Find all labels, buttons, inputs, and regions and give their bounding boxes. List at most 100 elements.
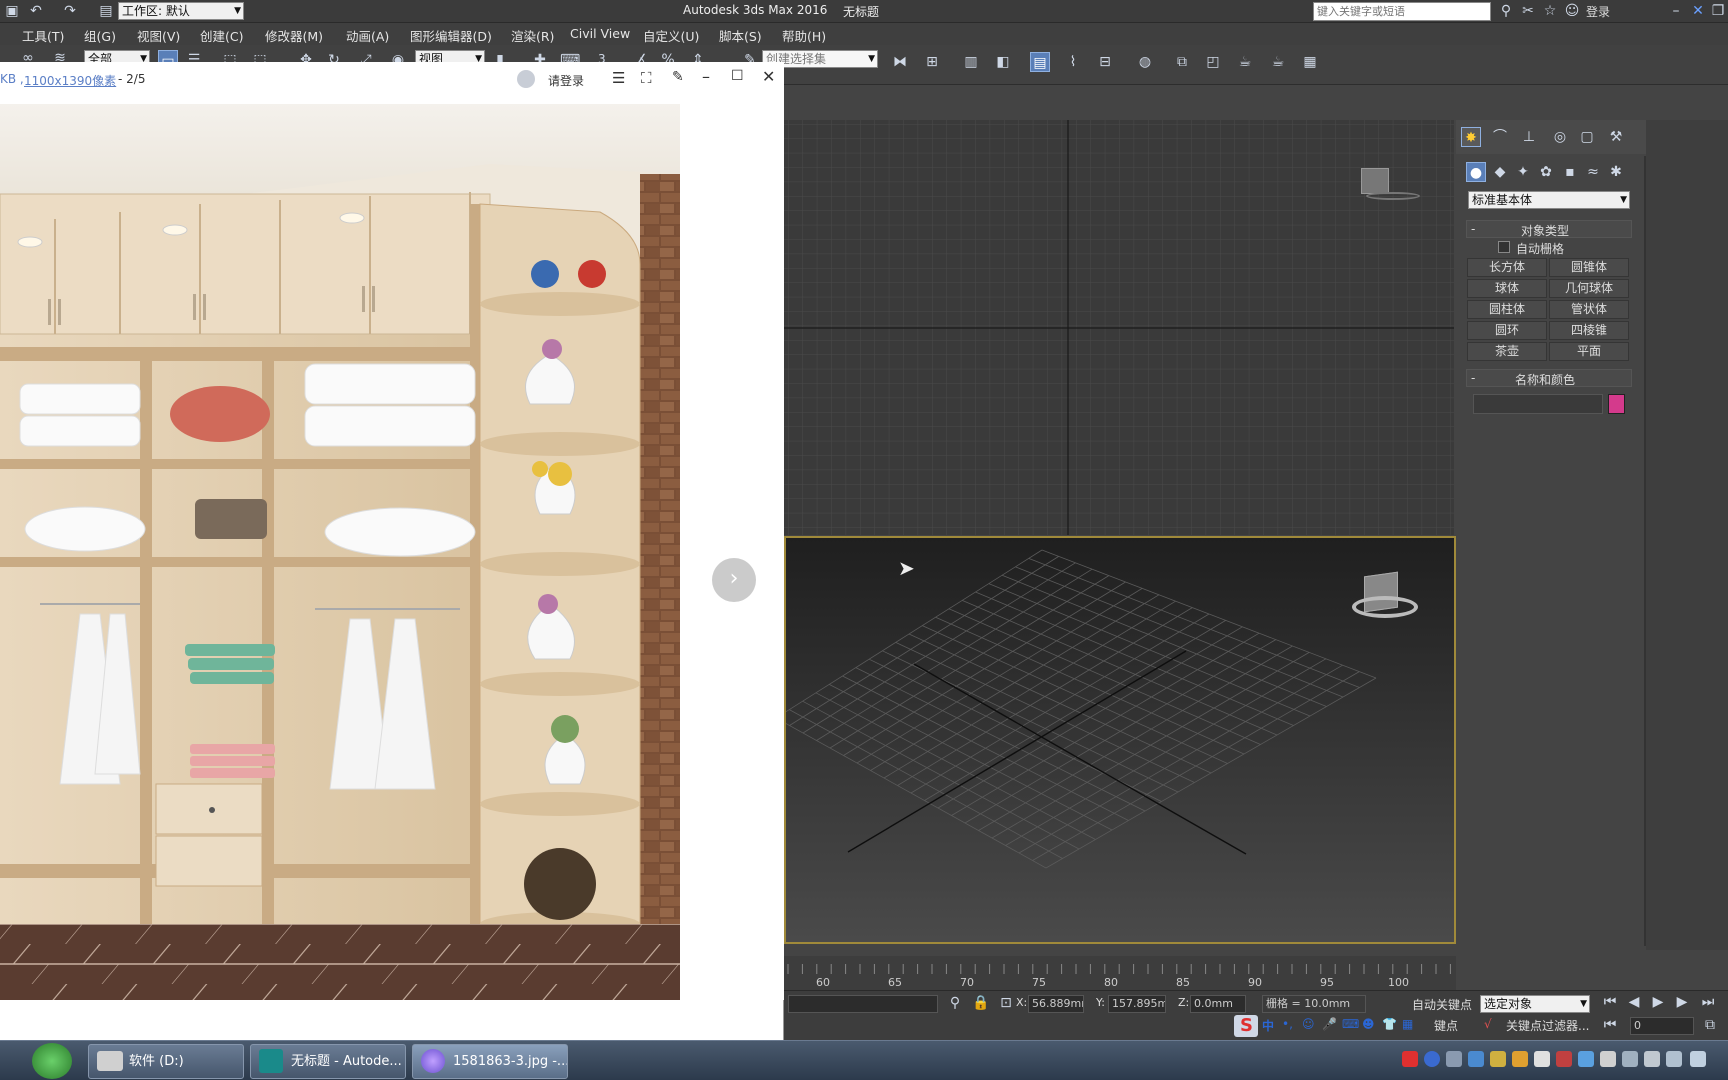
primitive-category-dropdown[interactable]: 标准基本体 ▼: [1468, 191, 1630, 209]
rendered-frame-icon[interactable]: ◰: [1203, 52, 1223, 72]
menu-modifiers[interactable]: 修改器(M): [265, 26, 323, 45]
user-icon[interactable]: ☺: [1562, 1, 1582, 21]
redo-icon[interactable]: ↷: [60, 1, 80, 21]
ime-mode[interactable]: 中: [1262, 1017, 1274, 1034]
cylinder-button[interactable]: 圆柱体: [1467, 300, 1547, 319]
timeline-ruler[interactable]: 60 65 70 75 80 85 90 95 100: [784, 956, 1456, 990]
tube-button[interactable]: 管状体: [1549, 300, 1629, 319]
motion-tab-icon[interactable]: ◎: [1550, 127, 1570, 147]
goto-end-icon[interactable]: ⏭: [1698, 992, 1718, 1012]
layer-manager-icon[interactable]: ▥: [961, 52, 981, 72]
absolute-mode-icon[interactable]: ⊡: [996, 993, 1016, 1013]
current-frame-field[interactable]: 0: [1630, 1017, 1694, 1035]
next-image-icon[interactable]: ›: [712, 558, 756, 602]
undo-icon[interactable]: ↶: [26, 1, 46, 21]
menu-rendering[interactable]: 渲染(R): [511, 26, 554, 45]
workspace-dropdown[interactable]: 工作区: 默认 ▼: [118, 2, 244, 20]
render-production-icon[interactable]: ☕: [1235, 52, 1255, 72]
menu-tools[interactable]: 工具(T): [22, 26, 64, 45]
pyramid-button[interactable]: 四棱锥: [1549, 321, 1629, 340]
file-dimensions-link[interactable]: 1100x1390像素: [24, 72, 116, 89]
tray-icon[interactable]: [1578, 1051, 1594, 1067]
box-button[interactable]: 长方体: [1467, 258, 1547, 277]
align-icon[interactable]: ⊞: [922, 52, 942, 72]
plane-button[interactable]: 平面: [1549, 342, 1629, 361]
tray-icon[interactable]: [1446, 1051, 1462, 1067]
tray-icon[interactable]: [1666, 1051, 1682, 1067]
ribbon-icon[interactable]: ◧: [993, 52, 1013, 72]
search-input[interactable]: [1313, 2, 1491, 21]
goto-start-icon[interactable]: ⏮: [1600, 992, 1620, 1012]
display-tab-icon[interactable]: ▢: [1577, 127, 1597, 147]
scene-explorer-icon[interactable]: ▤: [1030, 52, 1050, 72]
auto-key-button[interactable]: 自动关键点: [1412, 996, 1472, 1013]
viewer-login-link[interactable]: 请登录: [548, 72, 584, 89]
login-link[interactable]: 登录: [1586, 3, 1610, 20]
emoji-icon[interactable]: ☺: [1302, 1017, 1315, 1031]
menu-create[interactable]: 创建(C): [200, 26, 243, 45]
material-editor-icon[interactable]: ◍: [1135, 52, 1155, 72]
maximize-icon[interactable]: ☐: [731, 68, 744, 84]
help-tray-icon[interactable]: [1424, 1051, 1440, 1067]
render-cloud-icon[interactable]: ▦: [1300, 52, 1320, 72]
tray-icon[interactable]: [1490, 1051, 1506, 1067]
menu-views[interactable]: 视图(V): [137, 26, 180, 45]
sphere-button[interactable]: 球体: [1467, 279, 1547, 298]
star-icon[interactable]: ☆: [1540, 1, 1560, 21]
helpers-icon[interactable]: ▪: [1560, 162, 1580, 182]
lock-icon[interactable]: 🔒: [971, 993, 991, 1013]
tray-icon[interactable]: [1534, 1051, 1550, 1067]
menu-help[interactable]: 帮助(H): [782, 26, 826, 45]
taskbar-item-image-viewer[interactable]: 1581863-3.jpg -...: [412, 1044, 568, 1079]
start-button-icon[interactable]: [32, 1043, 72, 1079]
taskbar-item-3dsmax[interactable]: 无标题 - Autode...: [250, 1044, 406, 1079]
sogou-tray-icon[interactable]: [1402, 1051, 1418, 1067]
close-icon[interactable]: ✕: [762, 67, 775, 86]
folder-tray-icon[interactable]: [1512, 1051, 1528, 1067]
user-icon[interactable]: ☻: [1362, 1017, 1375, 1031]
microphone-icon[interactable]: 🎤: [1322, 1017, 1337, 1031]
render-setup-icon[interactable]: ⧉: [1172, 52, 1192, 72]
prev-frame-icon[interactable]: ◀: [1624, 992, 1644, 1012]
tray-icon[interactable]: [1600, 1051, 1616, 1067]
geosphere-button[interactable]: 几何球体: [1549, 279, 1629, 298]
object-type-rollout-header[interactable]: - 对象类型: [1466, 220, 1632, 238]
shapes-icon[interactable]: ◆: [1490, 162, 1510, 182]
menu-civil-view[interactable]: Civil View: [570, 26, 630, 41]
object-color-swatch[interactable]: [1608, 394, 1625, 414]
next-frame-icon[interactable]: ▶: [1672, 992, 1692, 1012]
pin-icon[interactable]: ✎: [672, 69, 684, 85]
toolbox-icon[interactable]: ▦: [1402, 1017, 1413, 1031]
modify-tab-icon[interactable]: ⌒: [1490, 127, 1510, 147]
sogou-icon[interactable]: S: [1240, 1015, 1253, 1036]
taskbar-item-explorer[interactable]: 软件 (D:): [88, 1044, 244, 1079]
menu-icon[interactable]: ☰: [612, 69, 625, 87]
tools-icon[interactable]: ✂: [1518, 1, 1538, 21]
lights-icon[interactable]: ✦: [1513, 162, 1533, 182]
spacewarps-icon[interactable]: ≈: [1583, 162, 1603, 182]
key-selection-dropdown[interactable]: 选定对象 ▼: [1480, 995, 1590, 1013]
network-tray-icon[interactable]: [1622, 1051, 1638, 1067]
menu-scripting[interactable]: 脚本(S): [719, 26, 762, 45]
minimize-icon[interactable]: –: [1666, 1, 1686, 21]
tray-icon[interactable]: [1468, 1051, 1484, 1067]
menu-graph-editors[interactable]: 图形编辑器(D): [410, 26, 492, 45]
menu-group[interactable]: 组(G): [84, 26, 116, 45]
systems-icon[interactable]: ✱: [1606, 162, 1626, 182]
restore-icon[interactable]: ❐: [1708, 1, 1728, 21]
isolate-icon[interactable]: ⚲: [945, 993, 965, 1013]
time-config-icon[interactable]: ⧉: [1700, 1015, 1720, 1035]
torus-button[interactable]: 圆环: [1467, 321, 1547, 340]
minimize-icon[interactable]: –: [702, 67, 710, 86]
menu-customize[interactable]: 自定义(U): [643, 26, 699, 45]
fullscreen-icon[interactable]: ⛶: [641, 69, 652, 87]
curve-editor-icon[interactable]: ⌇: [1063, 52, 1083, 72]
keyboard-icon[interactable]: ⌨: [1342, 1017, 1359, 1031]
geometry-icon[interactable]: ●: [1466, 162, 1486, 182]
hierarchy-tab-icon[interactable]: ⊥: [1519, 127, 1539, 147]
viewcube-top-icon[interactable]: [1361, 168, 1389, 194]
skin-icon[interactable]: 👕: [1382, 1017, 1397, 1031]
cone-button[interactable]: 圆锥体: [1549, 258, 1629, 277]
mirror-icon[interactable]: ⧓: [890, 52, 910, 72]
name-color-rollout-header[interactable]: - 名称和颜色: [1466, 369, 1632, 387]
